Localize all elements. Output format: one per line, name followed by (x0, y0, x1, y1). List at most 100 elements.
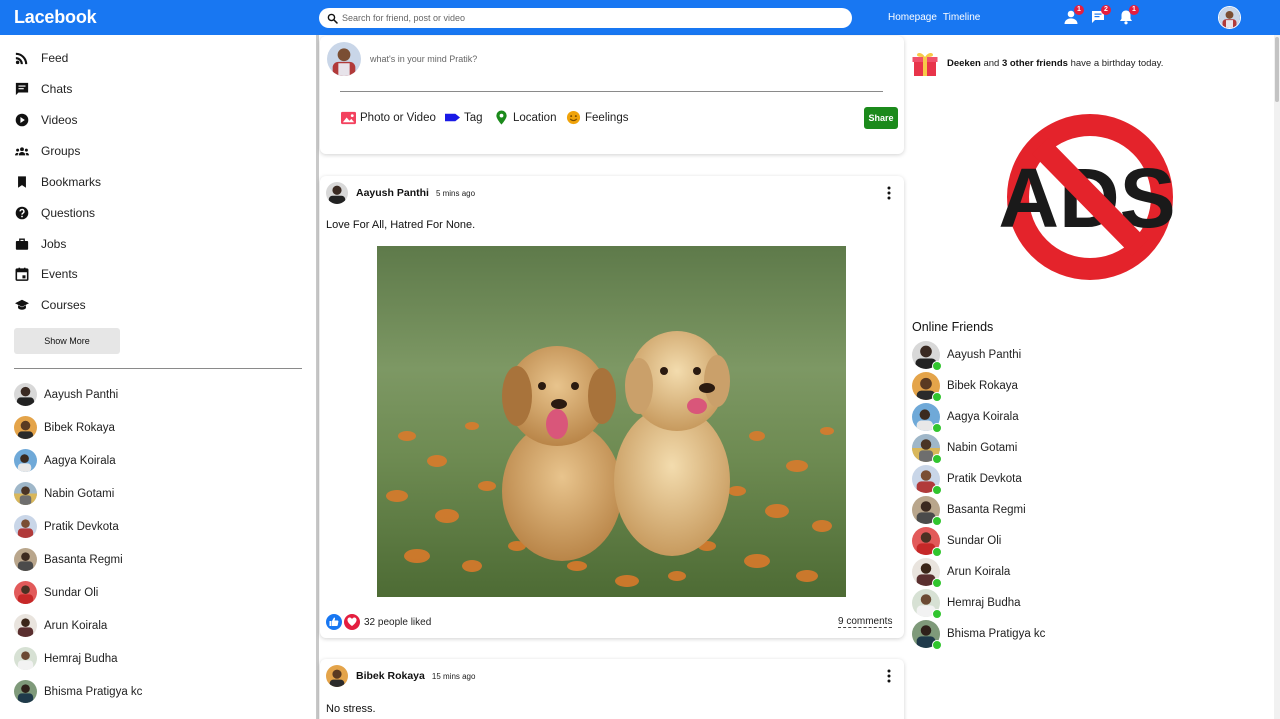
online-friend[interactable]: Aagya Koirala (912, 403, 1019, 433)
sidebar-friend[interactable]: Sundar Oli (14, 581, 98, 604)
post-author[interactable]: Aayush Panthi (356, 187, 429, 199)
friend-requests-button[interactable]: 1 (1063, 5, 1084, 25)
post-text: No stress. (326, 703, 376, 715)
scrollbar-thumb[interactable] (1275, 37, 1279, 102)
photo-or-video-option[interactable]: Photo or Video (340, 110, 436, 125)
sidebar-friend[interactable]: Bibek Rokaya (14, 416, 115, 439)
top-links: Homepage Timeline (888, 12, 980, 23)
online-friends-title: Online Friends (912, 320, 994, 334)
sidebar-item-events[interactable]: Events (15, 267, 78, 281)
love-button[interactable] (344, 614, 360, 630)
groups-icon (15, 147, 29, 156)
sidebar-friend[interactable]: Arun Koirala (14, 614, 107, 637)
online-friend[interactable]: Basanta Regmi (912, 496, 1026, 526)
online-friend[interactable]: Arun Koirala (912, 558, 1010, 588)
friend-name: Bibek Rokaya (44, 421, 115, 434)
more-options-icon[interactable] (884, 669, 894, 683)
messages-button[interactable]: 2 (1090, 5, 1111, 25)
avatar[interactable] (326, 182, 348, 204)
friend-name: Basanta Regmi (44, 553, 123, 566)
sidebar-item-label: Jobs (41, 237, 67, 251)
online-friend[interactable]: Bhisma Pratigya kc (912, 620, 1045, 650)
location-option[interactable]: Location (493, 110, 556, 125)
friend-name: Sundar Oli (44, 586, 99, 599)
post-author[interactable]: Bibek Rokaya (356, 670, 425, 682)
sidebar-item-feed[interactable]: Feed (15, 51, 68, 65)
comments-link[interactable]: 9 comments (838, 616, 893, 628)
sidebar-friend[interactable]: Pratik Devkota (14, 515, 119, 538)
search-input[interactable] (342, 13, 822, 23)
post-image[interactable] (377, 246, 846, 597)
post: Bibek Rokaya 15 mins ago No stress. (320, 659, 904, 719)
friend-name: Bibek Rokaya (947, 380, 1018, 392)
birthday-others[interactable]: 3 other friends (1002, 58, 1068, 69)
homepage-link[interactable]: Homepage (888, 12, 937, 23)
sidebar-item-bookmarks[interactable]: Bookmarks (15, 175, 101, 189)
post-header: Aayush Panthi 5 mins ago (326, 182, 475, 204)
avatar (912, 527, 942, 557)
sidebar-friend[interactable]: Hemraj Budha (14, 647, 118, 670)
sidebar-item-videos[interactable]: Videos (15, 113, 77, 127)
online-friend[interactable]: Nabin Gotami (912, 434, 1017, 464)
no-ads-icon: ADS (998, 114, 1176, 280)
online-friend[interactable]: Pratik Devkota (912, 465, 1022, 495)
notifications-badge: 1 (1129, 5, 1139, 15)
friend-name: Nabin Gotami (44, 487, 115, 500)
sidebar-item-jobs[interactable]: Jobs (15, 237, 66, 251)
feelings-option[interactable]: Feelings (565, 110, 628, 125)
left-sidebar: Feed Chats Videos Groups Bookmarks Quest… (0, 35, 316, 719)
birthday-and: and (983, 58, 1000, 69)
logo[interactable]: Lacebook (14, 7, 97, 28)
online-friend[interactable]: Sundar Oli (912, 527, 1001, 557)
profile-avatar[interactable] (1218, 6, 1241, 29)
sidebar-friend[interactable]: Basanta Regmi (14, 548, 123, 571)
timeline-link[interactable]: Timeline (943, 12, 980, 23)
avatar (14, 383, 37, 406)
avatar (14, 647, 37, 670)
friend-name: Aagya Koirala (44, 454, 116, 467)
notifications-button[interactable]: 1 (1118, 5, 1139, 25)
sidebar-item-groups[interactable]: Groups (15, 144, 80, 158)
sidebar-friend[interactable]: Nabin Gotami (14, 482, 114, 505)
friend-name: Hemraj Budha (44, 652, 118, 665)
online-friend[interactable]: Hemraj Budha (912, 589, 1021, 619)
post: Aayush Panthi 5 mins ago Love For All, H… (320, 176, 904, 638)
feed-divider (316, 35, 319, 719)
share-button[interactable]: Share (864, 107, 898, 129)
sidebar-friend[interactable]: Bhisma Pratigya kc (14, 680, 142, 703)
online-status-dot (932, 609, 942, 619)
like-button[interactable] (326, 614, 342, 630)
sidebar-item-courses[interactable]: Courses (15, 298, 86, 312)
tag-icon (445, 113, 460, 122)
graduation-cap-icon (15, 299, 29, 310)
friend-name: Arun Koirala (44, 619, 108, 632)
sidebar-friend[interactable]: Aayush Panthi (14, 383, 118, 406)
post-time: 15 mins ago (431, 671, 476, 681)
post-reactions: 32 people liked (326, 614, 431, 630)
avatar (14, 482, 37, 505)
sidebar-item-label: Feed (41, 51, 69, 65)
birthday-name[interactable]: Deeken (947, 58, 981, 69)
show-more-button[interactable]: Show More (14, 328, 120, 354)
online-friend[interactable]: Bibek Rokaya (912, 372, 1018, 402)
tag-option[interactable]: Tag (444, 110, 483, 125)
status-input[interactable] (370, 54, 770, 64)
heart-icon (347, 617, 357, 626)
sidebar-item-questions[interactable]: Questions (15, 206, 95, 220)
sidebar-item-label: Chats (41, 82, 73, 96)
avatar (912, 341, 942, 371)
sidebar-item-chats[interactable]: Chats (15, 82, 72, 96)
avatar[interactable] (326, 665, 348, 687)
online-friend[interactable]: Aayush Panthi (912, 341, 1021, 371)
post-text: Love For All, Hatred For None. (326, 219, 476, 231)
search-bar[interactable] (319, 8, 852, 28)
page-scrollbar[interactable] (1274, 35, 1280, 719)
play-circle-icon (15, 113, 29, 127)
thumbs-up-icon (329, 617, 339, 626)
avatar (14, 515, 37, 538)
more-options-icon[interactable] (884, 186, 894, 200)
sidebar-friend[interactable]: Aagya Koirala (14, 449, 116, 472)
avatar (14, 449, 37, 472)
online-status-dot (932, 392, 942, 402)
messages-badge: 2 (1101, 5, 1111, 15)
